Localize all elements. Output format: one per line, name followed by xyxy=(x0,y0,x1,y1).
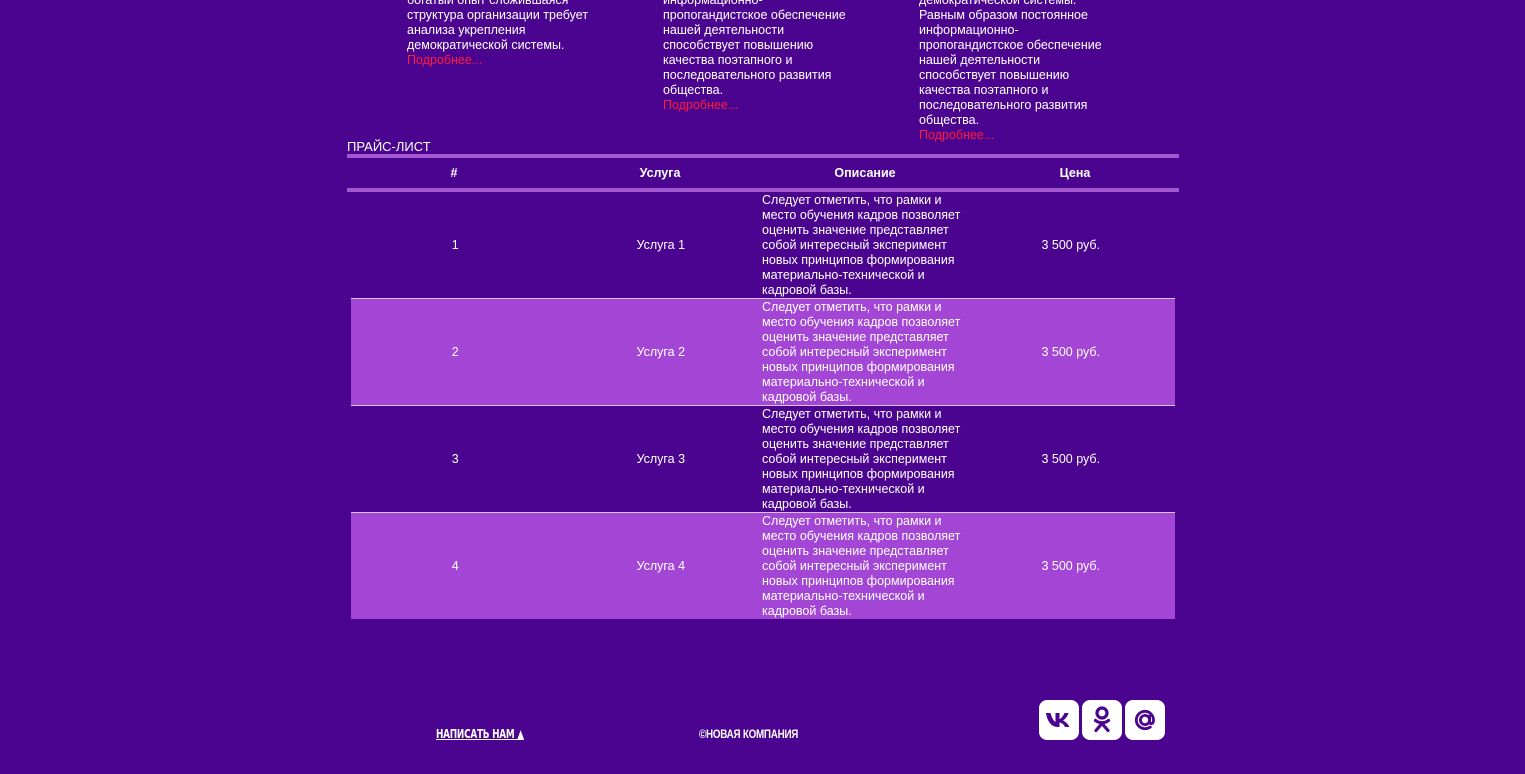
header-price: Цена xyxy=(1059,166,1091,180)
news-text: богатый опыт сложившаяся структура орган… xyxy=(407,0,589,52)
table-row: 4 Услуга 4 Следует отметить, что рамки и… xyxy=(351,512,1175,619)
row-num: 3 xyxy=(451,452,459,466)
row-description: Следует отметить, что рамки и место обуч… xyxy=(762,299,961,404)
news-column-3: демократической системы. Равным образом … xyxy=(919,0,1119,143)
row-service: Услуга 1 xyxy=(636,238,686,252)
row-service: Услуга 3 xyxy=(636,452,686,466)
row-price: 3 500 руб. xyxy=(1041,452,1101,466)
row-num: 1 xyxy=(451,238,459,252)
news-text: демократической системы. Равным образом … xyxy=(919,0,1102,127)
row-num: 2 xyxy=(451,345,459,359)
table-row: 1 Услуга 1 Следует отметить, что рамки и… xyxy=(351,192,1175,298)
mail-at-icon[interactable] xyxy=(1125,700,1165,740)
row-num: 4 xyxy=(451,559,459,573)
write-us-link[interactable]: НАПИСАТЬ НАМ ▲ xyxy=(436,727,524,741)
header-num: # xyxy=(450,166,458,180)
price-list-title: ПРАЙС-ЛИСТ xyxy=(347,139,431,154)
row-price: 3 500 руб. xyxy=(1041,559,1101,573)
row-service: Услуга 2 xyxy=(636,345,686,359)
row-description: Следует отметить, что рамки и место обуч… xyxy=(762,406,961,511)
table-row: 3 Услуга 3 Следует отметить, что рамки и… xyxy=(351,405,1175,512)
table-row: 2 Услуга 2 Следует отметить, что рамки и… xyxy=(351,298,1175,405)
read-more-link[interactable]: Подробнее... xyxy=(663,98,863,113)
social-links xyxy=(1039,700,1165,740)
row-service: Услуга 4 xyxy=(636,559,686,573)
header-service: Услуга xyxy=(639,166,681,180)
news-column-2: информационно-пропогандистское обеспечен… xyxy=(663,0,863,113)
header-description: Описание xyxy=(834,165,896,180)
row-price: 3 500 руб. xyxy=(1041,238,1101,252)
copyright-text: ©НОВАЯ КОМПАНИЯ xyxy=(699,727,799,741)
read-more-link[interactable]: Подробнее... xyxy=(407,53,607,68)
page: богатый опыт сложившаяся структура орган… xyxy=(0,0,1525,774)
news-column-1: богатый опыт сложившаяся структура орган… xyxy=(407,0,607,68)
read-more-link[interactable]: Подробнее... xyxy=(919,128,1119,143)
row-description: Следует отметить, что рамки и место обуч… xyxy=(762,513,961,618)
row-price: 3 500 руб. xyxy=(1041,345,1101,359)
vk-icon[interactable] xyxy=(1039,700,1079,740)
odnoklassniki-icon[interactable] xyxy=(1082,700,1122,740)
price-table: # Услуга Описание Цена 1 Услуга 1 Следуе… xyxy=(347,154,1179,619)
news-text: информационно-пропогандистское обеспечен… xyxy=(663,0,846,97)
row-description: Следует отметить, что рамки и место обуч… xyxy=(762,192,961,297)
table-header-row: # Услуга Описание Цена xyxy=(347,154,1179,192)
